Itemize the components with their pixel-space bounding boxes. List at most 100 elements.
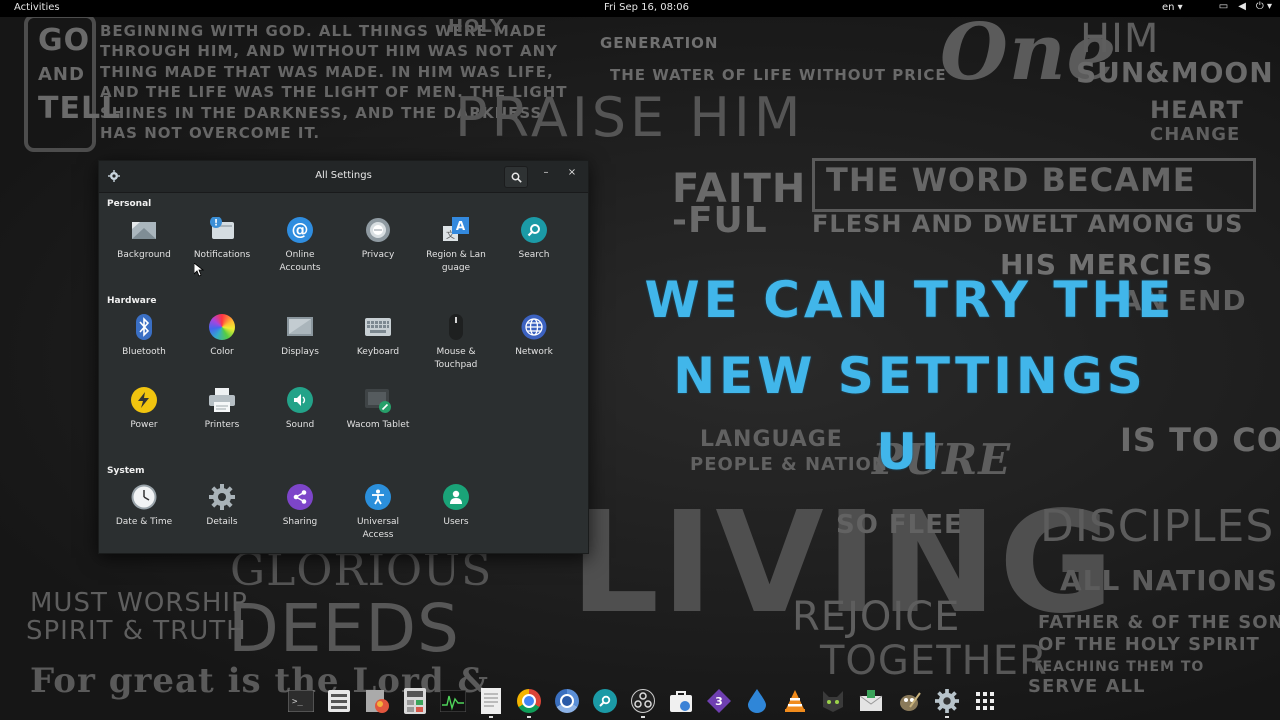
emacs-icon[interactable]: 3 bbox=[704, 686, 734, 716]
background-icon bbox=[131, 217, 157, 243]
tile-search[interactable]: Search bbox=[495, 217, 573, 262]
network-icon bbox=[521, 314, 547, 340]
vlc-icon[interactable] bbox=[780, 686, 810, 716]
search-button[interactable] bbox=[504, 166, 528, 188]
activities-button[interactable]: Activities bbox=[14, 2, 60, 13]
droplet-icon[interactable] bbox=[742, 686, 772, 716]
sound-icon bbox=[287, 387, 313, 413]
tile-label: Details bbox=[206, 517, 238, 527]
tile-displays[interactable]: Displays bbox=[261, 314, 339, 359]
color-icon bbox=[209, 314, 235, 340]
search-icon bbox=[521, 217, 547, 243]
wallpaper-glorious: GLORIOUS bbox=[230, 545, 493, 596]
caption-line-2: NEW SETTINGS UI bbox=[673, 347, 1147, 481]
power-icon bbox=[131, 387, 157, 413]
section-system: System bbox=[107, 466, 145, 476]
wallpaper-deeds: DEEDS bbox=[228, 590, 460, 667]
text-editor-icon[interactable] bbox=[476, 686, 506, 718]
chromium-icon[interactable] bbox=[552, 686, 582, 716]
clock[interactable]: Fri Sep 16, 08:06 bbox=[604, 2, 689, 13]
wallpaper-praise-him: PRAISE HIM bbox=[455, 86, 805, 149]
tile-users[interactable]: Users bbox=[417, 484, 495, 529]
share-icon bbox=[287, 484, 313, 510]
mouse-pointer-icon bbox=[194, 263, 204, 277]
tile-keyboard[interactable]: Keyboard bbox=[339, 314, 417, 359]
tile-label: Sharing bbox=[282, 517, 318, 527]
top-bar: Activities Fri Sep 16, 08:06 en ▾ ▭ ◀ ⏻ … bbox=[0, 0, 1280, 17]
gear-icon bbox=[209, 484, 235, 510]
obs-icon[interactable] bbox=[628, 686, 658, 718]
search-app-icon[interactable] bbox=[590, 686, 620, 716]
close-button[interactable]: × bbox=[564, 167, 580, 185]
dock: >_ 3 bbox=[286, 686, 1000, 718]
wallpaper-flee: SO FLEE bbox=[836, 510, 963, 540]
system-tray[interactable]: ▭ ◀ ⏻ ▾ bbox=[1219, 1, 1272, 12]
tile-label: Privacy bbox=[361, 250, 395, 260]
files-icon[interactable] bbox=[324, 686, 354, 716]
wallpaper-son: FATHER & OF THE SON & bbox=[1038, 612, 1280, 633]
terminal-icon[interactable]: >_ bbox=[286, 686, 316, 716]
system-monitor-icon[interactable] bbox=[438, 686, 468, 716]
tile-details[interactable]: Details bbox=[183, 484, 261, 529]
tile-label: Power bbox=[130, 420, 158, 430]
tile-universal-access[interactable]: Universal Access bbox=[339, 484, 417, 542]
tile-printers[interactable]: Printers bbox=[183, 387, 261, 432]
wallpaper-holy: HOLY bbox=[448, 16, 505, 37]
keyboard-icon bbox=[365, 314, 391, 340]
tile-label: Date & Time bbox=[115, 517, 173, 527]
tile-notifications[interactable]: ! Notifications bbox=[183, 216, 261, 262]
accessibility-icon bbox=[365, 484, 391, 510]
printer-icon bbox=[209, 387, 235, 413]
notifications-icon: ! bbox=[209, 216, 235, 243]
tile-label: Mouse & Touchpad bbox=[434, 347, 478, 370]
magnifier-icon bbox=[511, 172, 522, 183]
wallpaper-heart: HEART bbox=[1150, 96, 1244, 124]
tile-label: Wacom Tablet bbox=[346, 420, 410, 430]
tile-date-time[interactable]: Date & Time bbox=[105, 484, 183, 529]
calculator-icon[interactable] bbox=[400, 686, 430, 716]
tile-mouse-touchpad[interactable]: Mouse & Touchpad bbox=[417, 314, 495, 372]
mail-icon[interactable] bbox=[856, 686, 886, 716]
tile-online-accounts[interactable]: @ Online Accounts bbox=[261, 217, 339, 275]
tile-wacom-tablet[interactable]: Wacom Tablet bbox=[339, 387, 417, 432]
tile-label: Printers bbox=[204, 420, 240, 430]
image-viewer-icon[interactable] bbox=[362, 686, 392, 716]
tile-background[interactable]: Background bbox=[105, 217, 183, 262]
software-icon[interactable] bbox=[666, 686, 696, 716]
settings-icon[interactable] bbox=[932, 686, 962, 718]
tile-network[interactable]: Network bbox=[495, 314, 573, 359]
svg-text:!: ! bbox=[214, 219, 218, 229]
tile-label: Keyboard bbox=[356, 347, 400, 357]
tile-sound[interactable]: Sound bbox=[261, 387, 339, 432]
svg-text:3: 3 bbox=[715, 695, 723, 708]
wallpaper-water-of-life: THE WATER OF LIFE WITHOUT PRICE bbox=[610, 66, 947, 84]
tile-region-language[interactable]: 文A Region & Lan guage bbox=[417, 217, 495, 275]
window-titlebar[interactable]: All Settings – × bbox=[99, 161, 588, 193]
tile-label: Bluetooth bbox=[122, 347, 166, 357]
wallpaper-spirit-truth: SPIRIT & TRUTH bbox=[26, 616, 247, 646]
tile-label: Users bbox=[443, 517, 469, 527]
tile-privacy[interactable]: Privacy bbox=[339, 217, 417, 262]
video-caption: WE CAN TRY THE NEW SETTINGS UI bbox=[630, 262, 1190, 490]
wallpaper-disciples: DISCIPLES bbox=[1040, 501, 1275, 552]
tile-label: Search bbox=[518, 250, 550, 260]
wallpaper-together: TOGETHER bbox=[820, 638, 1048, 684]
tile-color[interactable]: Color bbox=[183, 314, 261, 359]
tile-sharing[interactable]: Sharing bbox=[261, 484, 339, 529]
power-icon: ⏻ ▾ bbox=[1255, 1, 1272, 12]
tile-bluetooth[interactable]: Bluetooth bbox=[105, 314, 183, 359]
cat-icon[interactable] bbox=[818, 686, 848, 716]
minimize-button[interactable]: – bbox=[538, 167, 554, 185]
gimp-icon[interactable] bbox=[894, 686, 924, 716]
language-indicator[interactable]: en ▾ bbox=[1162, 2, 1183, 13]
tile-label: Sound bbox=[285, 420, 315, 430]
bluetooth-icon bbox=[131, 314, 157, 340]
wacom-tablet-icon bbox=[365, 387, 391, 413]
chrome-icon[interactable] bbox=[514, 686, 544, 718]
settings-window: All Settings – × Personal Background ! N… bbox=[98, 160, 589, 554]
section-personal: Personal bbox=[107, 199, 152, 209]
tile-label: Displays bbox=[281, 347, 319, 357]
tile-power[interactable]: Power bbox=[105, 387, 183, 432]
app-grid-icon[interactable] bbox=[970, 686, 1000, 716]
tile-label: Notifications bbox=[193, 250, 251, 260]
